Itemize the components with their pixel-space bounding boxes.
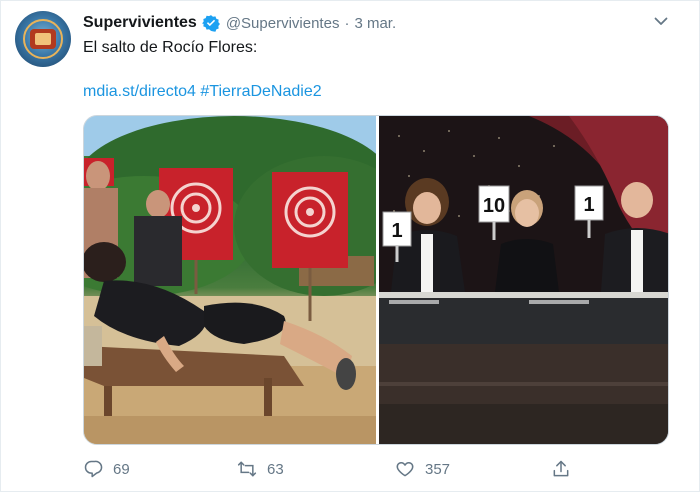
heart-icon	[396, 462, 414, 477]
timestamp[interactable]: 3 mar.	[354, 15, 396, 32]
tweet-links: mdia.st/directo4 #TierraDeNadie2	[83, 83, 322, 101]
tweet-card[interactable]: Supervivientes @Supervivientes · 3 mar. …	[0, 0, 700, 492]
reply-action[interactable]: 69	[83, 457, 130, 481]
share-action[interactable]	[551, 457, 571, 481]
like-count: 357	[425, 460, 451, 478]
action-bar: 69 63 357	[83, 457, 583, 481]
share-icon	[553, 460, 569, 477]
handle[interactable]: @Supervivientes	[226, 15, 340, 32]
retweet-action[interactable]: 63	[237, 457, 284, 481]
verified-badge-icon	[201, 15, 220, 32]
separator-dot: ·	[344, 14, 350, 32]
display-name[interactable]: Supervivientes	[83, 14, 197, 32]
short-link[interactable]: mdia.st/directo4	[83, 83, 196, 100]
avatar-emblem-center	[35, 33, 51, 45]
tweet-header: Supervivientes @Supervivientes · 3 mar.	[83, 12, 396, 34]
like-action[interactable]: 357	[395, 457, 450, 481]
media-grid[interactable]: 1 10 1	[83, 115, 669, 445]
hashtag-link[interactable]: #TierraDeNadie2	[200, 83, 321, 100]
retweet-icon	[237, 461, 257, 477]
score-label-1: 1	[391, 220, 402, 242]
retweet-count: 63	[267, 460, 284, 478]
score-label-10: 10	[483, 195, 505, 217]
media-photo-right[interactable]: 1 10 1	[379, 116, 668, 444]
avatar[interactable]	[15, 11, 71, 67]
beach-scene-illustration	[84, 116, 376, 444]
judges-scene-illustration: 1 10 1	[379, 116, 668, 444]
tweet-text: El salto de Rocío Flores:	[83, 39, 258, 56]
chevron-down-icon[interactable]	[653, 13, 669, 29]
score-label-1b: 1	[583, 194, 594, 216]
reply-count: 69	[113, 460, 130, 478]
media-photo-left[interactable]	[84, 116, 376, 444]
reply-icon	[84, 460, 103, 478]
